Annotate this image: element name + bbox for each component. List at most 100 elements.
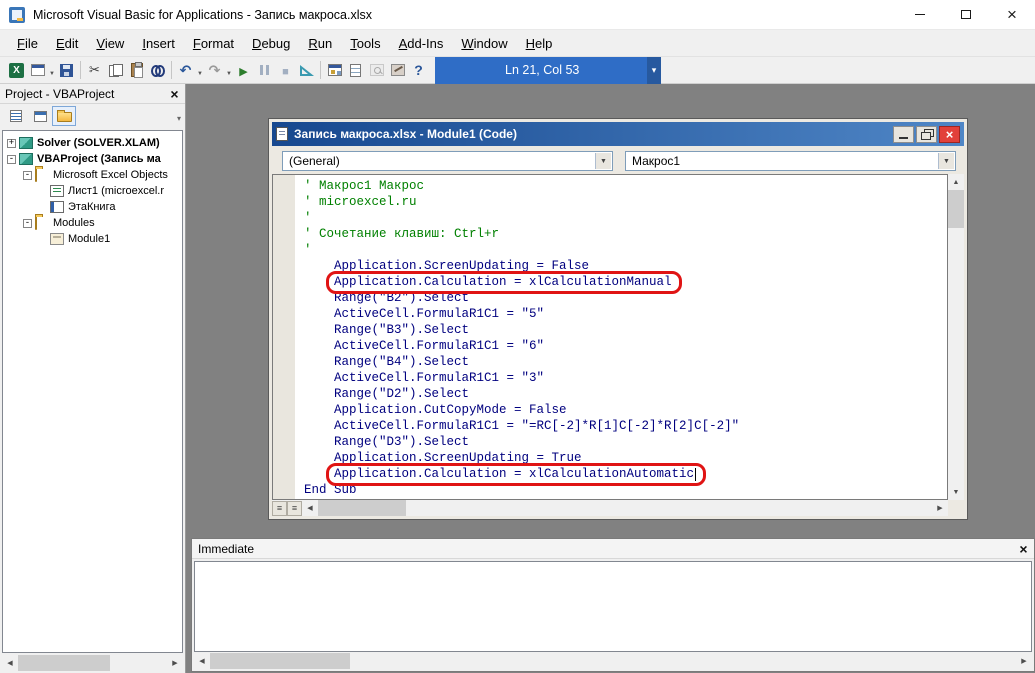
immediate-title-bar[interactable]: Immediate (192, 539, 1034, 559)
code-line: Range("B3").Select (304, 322, 947, 338)
scroll-left-icon[interactable] (194, 653, 210, 669)
project-explorer-button[interactable] (324, 59, 345, 81)
tree-item-thisworkbook[interactable]: ЭтаКнига (3, 199, 182, 215)
break-button[interactable] (254, 59, 275, 81)
collapse-icon[interactable] (23, 171, 32, 180)
insert-userform-button[interactable] (27, 59, 48, 81)
menu-item-addins[interactable]: Add-Ins (390, 32, 453, 55)
expand-icon[interactable] (7, 139, 16, 148)
folder-glyph (35, 216, 37, 230)
full-module-view-button[interactable] (287, 501, 302, 516)
scroll-thumb[interactable] (18, 655, 110, 671)
code-editor[interactable]: ' Макрос1 Макрос ' microexcel.ru ' ' Соч… (272, 174, 948, 500)
menu-item-run[interactable]: Run (299, 32, 341, 55)
toolbar-options-button[interactable] (647, 57, 661, 84)
find-button[interactable] (147, 59, 168, 81)
code-line-highlighted: Application.Calculation = xlCalculationA… (304, 466, 947, 482)
help-button[interactable] (408, 59, 429, 81)
project-icon (19, 137, 33, 149)
scroll-left-icon[interactable] (302, 500, 318, 516)
paste-button[interactable] (126, 59, 147, 81)
standard-toolbar: Ln 21, Col 53 (0, 57, 1035, 84)
scroll-thumb[interactable] (210, 653, 350, 669)
close-button[interactable] (989, 0, 1035, 29)
menu-item-edit[interactable]: Edit (47, 32, 87, 55)
scroll-thumb[interactable] (948, 190, 964, 228)
minimize-button[interactable] (897, 0, 943, 29)
view-excel-button[interactable] (6, 59, 27, 81)
insert-dropdown-icon[interactable] (48, 63, 56, 78)
reset-button[interactable] (275, 59, 296, 81)
menu-item-format[interactable]: Format (184, 32, 243, 55)
collapse-icon[interactable] (7, 155, 16, 164)
code-restore-button[interactable] (916, 126, 937, 143)
menu-item-window[interactable]: Window (452, 32, 516, 55)
procedure-view-button[interactable] (272, 501, 287, 516)
tree-item-sheet1[interactable]: Лист1 (microexcel.r (3, 183, 182, 199)
tree-item-vbaproject[interactable]: VBAProject (Запись ма (3, 151, 182, 167)
copy-icon (109, 64, 123, 77)
immediate-window: Immediate (191, 538, 1035, 672)
cut-button[interactable] (84, 59, 105, 81)
userform-icon (31, 64, 45, 76)
redo-button[interactable] (204, 59, 225, 81)
scroll-thumb[interactable] (318, 500, 406, 516)
menu-item-view[interactable]: View (87, 32, 133, 55)
scroll-right-icon[interactable] (932, 500, 948, 516)
menu-item-insert[interactable]: Insert (133, 32, 184, 55)
scroll-right-icon[interactable] (167, 655, 183, 671)
code-text: ' Макрос1 Макрос ' microexcel.ru ' ' Соч… (295, 175, 947, 499)
minimize-icon (915, 14, 925, 15)
maximize-button[interactable] (943, 0, 989, 29)
tree-item-solver[interactable]: Solver (SOLVER.XLAM) (3, 135, 182, 151)
procedure-dropdown-value: Макрос1 (626, 154, 680, 168)
project-panel-close-button[interactable] (166, 86, 183, 102)
properties-window-button[interactable] (345, 59, 366, 81)
code-vscrollbar[interactable] (948, 174, 964, 500)
tree-item-excel-objects[interactable]: Microsoft Excel Objects (3, 167, 182, 183)
scroll-left-icon[interactable] (2, 655, 18, 671)
code-minimize-button[interactable] (893, 126, 914, 143)
scroll-down-icon[interactable] (948, 484, 964, 500)
collapse-icon[interactable] (23, 219, 32, 228)
run-button[interactable] (233, 59, 254, 81)
code-window-title-bar[interactable]: Запись макроса.xlsx - Module1 (Code) (272, 122, 964, 146)
copy-button[interactable] (105, 59, 126, 81)
menu-item-file[interactable]: File (8, 32, 47, 55)
toolbox-button[interactable] (387, 59, 408, 81)
view-code-button[interactable] (4, 106, 28, 126)
tree-label: VBAProject (Запись ма (37, 153, 161, 165)
code-close-button[interactable] (939, 126, 960, 143)
toggle-folders-button[interactable] (52, 106, 76, 126)
tree-item-modules-folder[interactable]: Modules (3, 215, 182, 231)
undo-dropdown-icon[interactable] (196, 63, 204, 78)
save-button[interactable] (56, 59, 77, 81)
object-browser-button[interactable] (366, 59, 387, 81)
worksheet-icon (50, 185, 64, 197)
menu-item-tools[interactable]: Tools (341, 32, 389, 55)
toolbar-separator (80, 61, 81, 79)
object-dropdown[interactable]: (General) (282, 151, 613, 171)
code-line: Application.CutCopyMode = False (304, 402, 947, 418)
redo-dropdown-icon[interactable] (225, 63, 233, 78)
chevron-down-icon[interactable] (595, 153, 611, 169)
annotation-highlight-box: Application.Calculation = xlCalculationM… (326, 271, 682, 294)
tree-item-module1[interactable]: Module1 (3, 231, 182, 247)
scroll-up-icon[interactable] (948, 174, 964, 190)
undo-button[interactable] (175, 59, 196, 81)
immediate-close-button[interactable] (1015, 541, 1032, 557)
immediate-content[interactable] (194, 561, 1032, 652)
window-resize-corner[interactable] (948, 500, 964, 516)
chevron-down-icon[interactable] (938, 153, 954, 169)
procedure-dropdown[interactable]: Макрос1 (625, 151, 956, 171)
scroll-right-icon[interactable] (1016, 653, 1032, 669)
scroll-track[interactable] (948, 228, 964, 484)
code-line: ' Макрос1 Макрос (304, 178, 947, 194)
immediate-hscrollbar[interactable] (194, 653, 1032, 669)
menu-item-debug[interactable]: Debug (243, 32, 299, 55)
design-mode-button[interactable] (296, 59, 317, 81)
project-toolbar-options-icon[interactable] (177, 109, 181, 124)
menu-item-help[interactable]: Help (517, 32, 562, 55)
project-panel-hscrollbar[interactable] (2, 655, 183, 671)
view-object-button[interactable] (28, 106, 52, 126)
